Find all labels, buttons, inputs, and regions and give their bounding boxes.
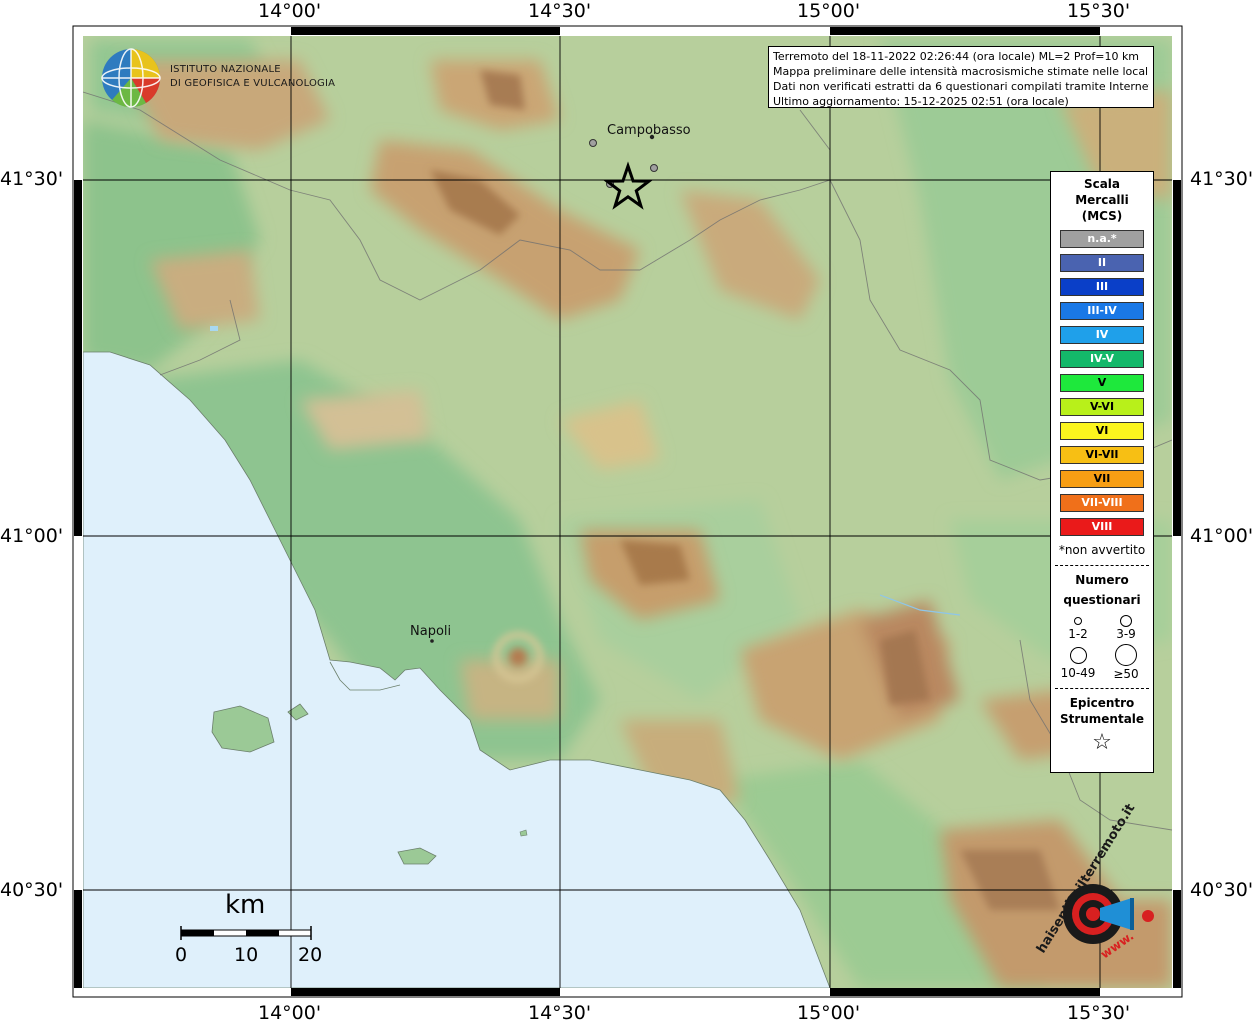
legend-count-title: Numero questionari	[1051, 570, 1153, 610]
intensity-swatch: IV	[1060, 326, 1144, 344]
lon-label-bottom: 14°00'	[258, 1002, 322, 1024]
size-circle-medium-icon	[1120, 615, 1132, 627]
lat-label-left: 41°30'	[0, 168, 64, 190]
scale-unit: km	[225, 890, 266, 920]
questionnaire-point	[589, 139, 597, 147]
legend-divider	[1055, 565, 1149, 566]
intensity-swatch: V-VI	[1060, 398, 1144, 416]
place-label-campobasso: Campobasso	[607, 123, 691, 138]
legend-epicenter-title: Epicentro Strumentale	[1051, 695, 1153, 727]
legend-count-title-line: questionari	[1063, 593, 1141, 607]
size-label: ≥50	[1113, 667, 1139, 681]
intensity-swatch: VII-VIII	[1060, 494, 1144, 512]
lat-label-right: 41°00'	[1190, 525, 1254, 547]
questionnaire-size-legend: 1-2 3-9 10-49 ≥50	[1051, 610, 1153, 684]
size-circle-large-icon	[1070, 647, 1087, 664]
legend-title-line: Mercalli	[1075, 193, 1129, 207]
legend-title-line: (MCS)	[1081, 209, 1123, 223]
lat-label-left: 41°00'	[0, 525, 64, 547]
earthquake-info-box: Terremoto del 18-11-2022 02:26:44 (ora l…	[768, 46, 1154, 108]
star-outline-icon: ☆	[1092, 730, 1112, 755]
legend-panel: Scala Mercalli (MCS) n.a.* II III III-IV IV I…	[1050, 171, 1154, 773]
intensity-swatch: VIII	[1060, 518, 1144, 536]
lon-label-top: 14°30'	[528, 0, 592, 22]
lon-label-top: 15°30'	[1067, 0, 1131, 22]
terrain-layer	[83, 36, 1172, 988]
size-circle-xlarge-icon	[1115, 644, 1137, 666]
logo-line-2: DI GEOFISICA E VULCANOLOGIA	[170, 78, 336, 89]
size-label: 10-49	[1060, 666, 1096, 680]
legend-count-title-line: Numero	[1075, 573, 1129, 587]
legend-note: *non avvertito	[1058, 543, 1146, 557]
scale-tick-10: 10	[234, 944, 259, 966]
intensity-swatch: III-IV	[1060, 302, 1144, 320]
legend-epicenter-title-line: Epicentro	[1069, 696, 1135, 710]
intensity-swatches: n.a.* II III III-IV IV IV-V V V-VI VI VI-VII VII VI…	[1051, 230, 1153, 536]
scale-tick-20: 20	[298, 944, 323, 966]
lat-label-right: 40°30'	[1190, 879, 1254, 901]
legend-divider	[1055, 688, 1149, 689]
scale-tick-0: 0	[175, 944, 188, 966]
legend-title-line: Scala	[1083, 177, 1121, 191]
lat-label-right: 41°30'	[1190, 168, 1254, 190]
intensity-swatch: n.a.*	[1060, 230, 1144, 248]
size-label: 3-9	[1116, 627, 1136, 641]
napoli-marker	[430, 639, 434, 643]
lat-label-left: 40°30'	[0, 879, 64, 901]
size-circle-small-icon	[1074, 617, 1082, 625]
ingv-logo-icon	[101, 48, 161, 108]
intensity-swatch: II	[1060, 254, 1144, 272]
ingv-logo-text: ISTITUTO NAZIONALE DI GEOFISICA E VULCAN…	[170, 63, 335, 91]
intensity-swatch: VII	[1060, 470, 1144, 488]
lon-label-top: 15°00'	[797, 0, 861, 22]
lon-label-bottom: 15°00'	[797, 1002, 861, 1024]
lon-label-bottom: 15°30'	[1067, 1002, 1131, 1024]
intensity-swatch: VI-VII	[1060, 446, 1144, 464]
intensity-swatch: III	[1060, 278, 1144, 296]
intensity-swatch: V	[1060, 374, 1144, 392]
legend-epicenter-title-line: Strumentale	[1059, 712, 1145, 726]
lon-label-top: 14°00'	[258, 0, 322, 22]
intensity-swatch: VI	[1060, 422, 1144, 440]
lon-label-bottom: 14°30'	[528, 1002, 592, 1024]
info-line-data: Dati non verificati estratti da 6 questi…	[773, 80, 1149, 93]
size-label: 1-2	[1068, 627, 1088, 641]
questionnaire-point	[650, 164, 658, 172]
logo-line-1: ISTITUTO NAZIONALE	[170, 64, 281, 75]
info-line-event: Terremoto del 18-11-2022 02:26:44 (ora l…	[773, 50, 1140, 63]
legend-scale-title: Scala Mercalli (MCS)	[1051, 176, 1153, 224]
info-line-map: Mappa preliminare delle intensità macros…	[773, 65, 1149, 78]
intensity-swatch: IV-V	[1060, 350, 1144, 368]
info-line-updated: Ultimo aggiornamento: 15-12-2025 02:51 (…	[773, 95, 1069, 108]
place-label-napoli: Napoli	[410, 624, 452, 639]
